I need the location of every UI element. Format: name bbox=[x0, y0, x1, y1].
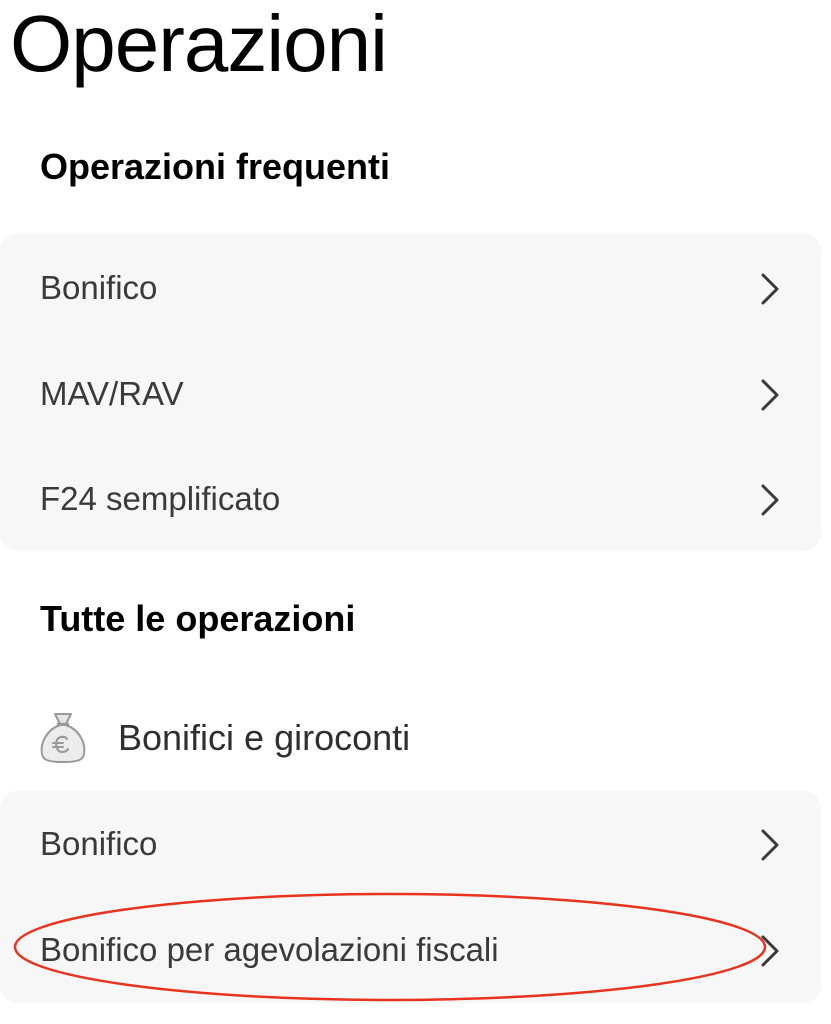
operations-screen: Operazioni Operazioni frequenti Bonifico… bbox=[0, 0, 831, 1024]
list-item-label: Bonifico bbox=[40, 825, 158, 862]
chevron-right-icon bbox=[761, 273, 779, 305]
chevron-right-icon bbox=[761, 379, 779, 411]
page-title: Operazioni bbox=[10, 0, 388, 88]
list-item-label: Bonifico bbox=[40, 269, 158, 306]
money-bag-euro-icon bbox=[40, 713, 86, 763]
list-item-label: MAV/RAV bbox=[40, 375, 184, 412]
group-header-bonifici-giroconti: Bonifici e giroconti bbox=[0, 698, 821, 778]
bonifici-giroconti-list: Bonifico Bonifico per agevolazioni fisca… bbox=[0, 791, 821, 1003]
frequent-operations-heading: Operazioni frequenti bbox=[40, 146, 391, 187]
list-item-label: Bonifico per agevolazioni fiscali bbox=[40, 931, 499, 968]
list-item-label: F24 semplificato bbox=[40, 480, 281, 517]
list-item-f24-semplificato[interactable]: F24 semplificato bbox=[0, 446, 821, 552]
list-item-bonifico[interactable]: Bonifico bbox=[0, 235, 821, 341]
all-operations-heading: Tutte le operazioni bbox=[40, 598, 356, 639]
chevron-right-icon bbox=[761, 935, 779, 967]
chevron-right-icon bbox=[761, 829, 779, 861]
group-label: Bonifici e giroconti bbox=[118, 717, 411, 758]
list-item-mav-rav[interactable]: MAV/RAV bbox=[0, 341, 821, 447]
frequent-operations-list: Bonifico MAV/RAV F24 semplificato bbox=[0, 233, 821, 551]
list-item-bonifico-agevolazioni-fiscali[interactable]: Bonifico per agevolazioni fiscali bbox=[0, 897, 821, 1003]
list-item-bonifico[interactable]: Bonifico bbox=[0, 791, 821, 897]
chevron-right-icon bbox=[761, 484, 779, 516]
